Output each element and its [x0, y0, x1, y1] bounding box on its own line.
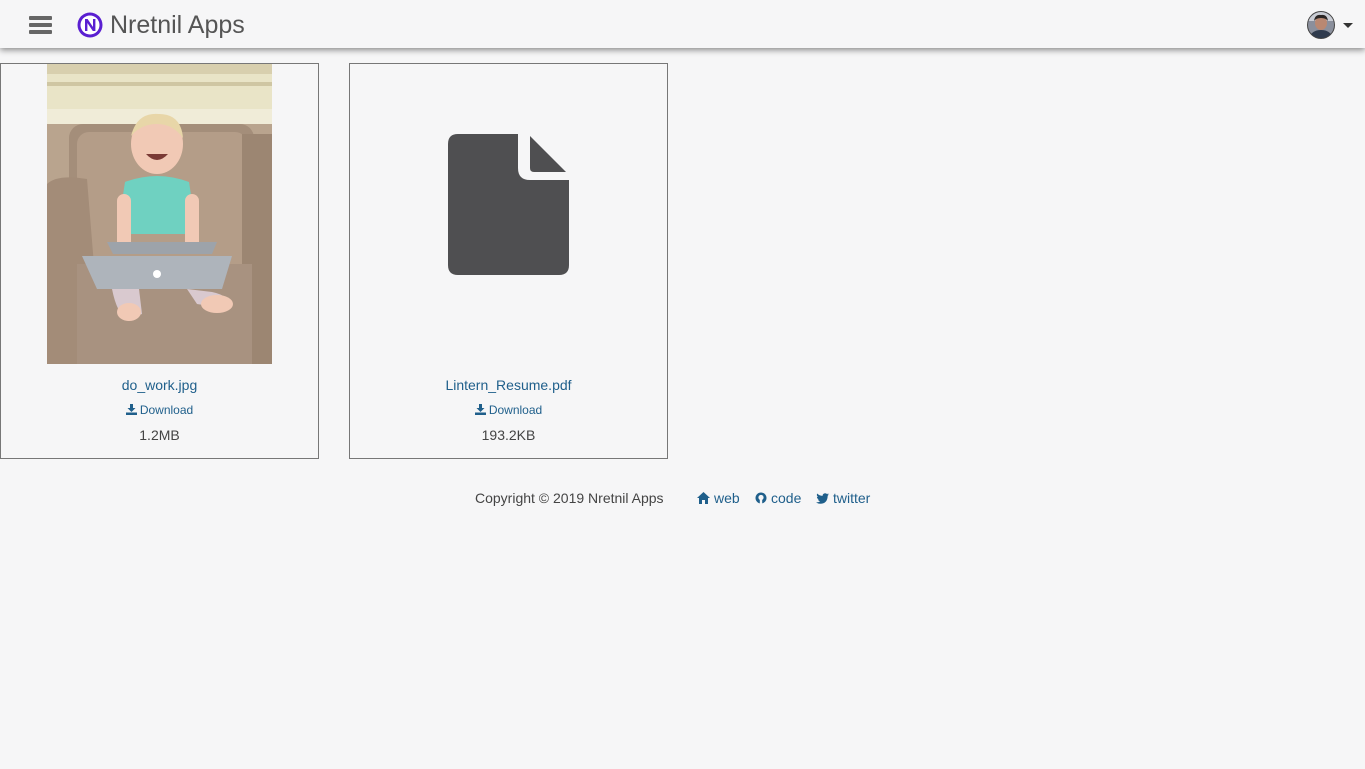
file-card: Lintern_Resume.pdf Download 193.2KB: [349, 63, 668, 459]
user-avatar: [1307, 11, 1335, 39]
download-link[interactable]: Download: [350, 402, 667, 418]
download-label: Download: [488, 403, 543, 417]
file-name-link[interactable]: Lintern_Resume.pdf: [350, 376, 667, 394]
app-title[interactable]: Nretnil Apps: [110, 9, 245, 41]
download-label: Download: [139, 403, 194, 417]
footer-link-code[interactable]: code: [755, 489, 801, 507]
home-icon: [697, 492, 710, 504]
footer-link-twitter[interactable]: twitter: [816, 489, 870, 507]
file-card: do_work.jpg Download 1.2MB: [0, 63, 319, 459]
footer-link-label: code: [771, 490, 802, 506]
top-navbar: Nretnil Apps: [0, 0, 1365, 48]
download-icon: [474, 404, 486, 415]
document-file-icon[interactable]: [448, 134, 569, 275]
file-name-link[interactable]: do_work.jpg: [1, 376, 318, 394]
twitter-icon: [816, 493, 829, 504]
file-size: 193.2KB: [481, 427, 536, 443]
copyright-text: Copyright © 2019 Nretnil Apps: [475, 490, 664, 506]
hamburger-menu-icon[interactable]: [29, 15, 52, 34]
file-size: 1.2MB: [139, 427, 180, 443]
footer: Copyright © 2019 Nretnil Apps web code t…: [0, 489, 1365, 509]
photo-thumbnail[interactable]: [47, 64, 272, 364]
github-icon: [755, 492, 767, 504]
footer-link-label: twitter: [833, 490, 871, 506]
user-menu-dropdown[interactable]: [1307, 11, 1355, 41]
footer-link-web[interactable]: web: [697, 489, 740, 507]
chevron-down-icon: [1343, 23, 1353, 28]
download-icon: [125, 404, 137, 415]
nretnil-logo-icon[interactable]: [77, 12, 103, 38]
download-link[interactable]: Download: [1, 402, 318, 418]
footer-link-label: web: [714, 490, 740, 506]
